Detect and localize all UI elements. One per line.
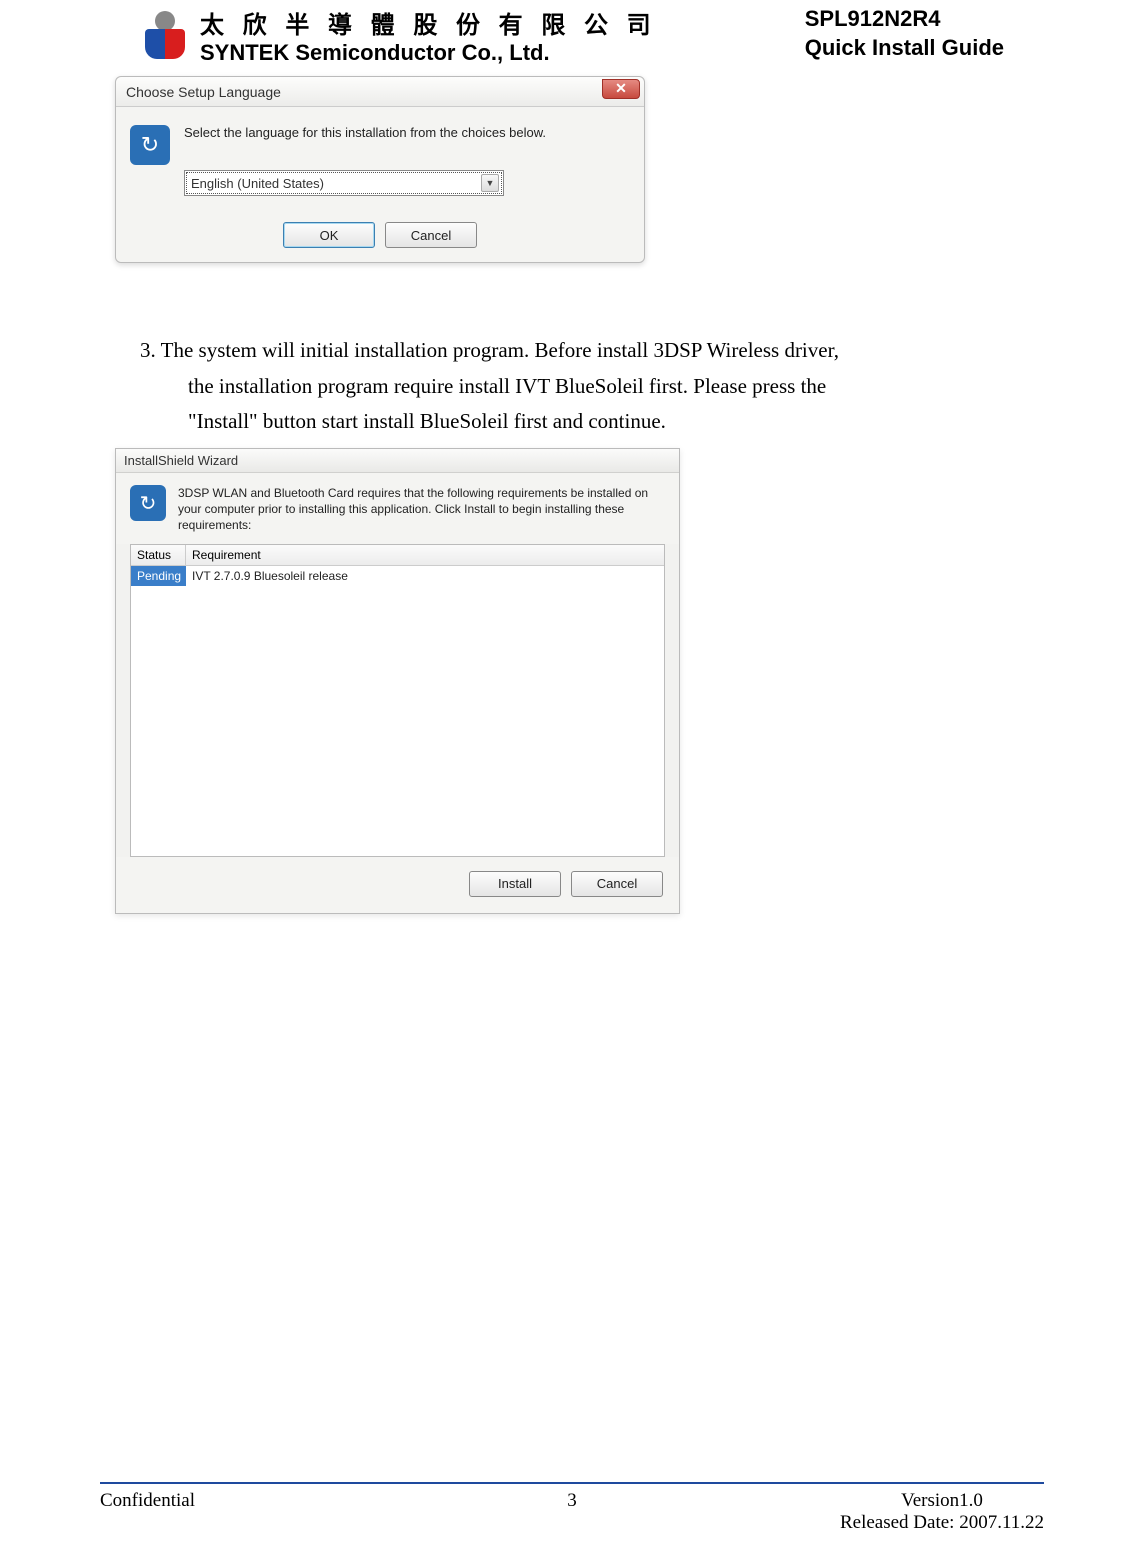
installer-icon: ↻ bbox=[130, 125, 170, 165]
installshield-dialog: InstallShield Wizard ↻ 3DSP WLAN and Blu… bbox=[115, 448, 680, 914]
version-label: Version1.0 bbox=[840, 1490, 1044, 1512]
table-row[interactable]: Pending IVT 2.7.0.9 Bluesoleil release bbox=[131, 566, 664, 586]
language-dialog-titlebar: Choose Setup Language ✕ bbox=[116, 77, 644, 107]
column-status: Status bbox=[131, 545, 186, 565]
install-button[interactable]: Install bbox=[469, 871, 561, 897]
document-footer: Confidential 3 Version1.0 Released Date:… bbox=[100, 1490, 1044, 1534]
language-dialog-title: Choose Setup Language bbox=[126, 84, 281, 100]
chevron-down-icon: ▼ bbox=[481, 174, 499, 192]
footer-divider bbox=[100, 1482, 1044, 1484]
confidential-label: Confidential bbox=[100, 1490, 195, 1512]
step-number: 3. bbox=[140, 338, 156, 362]
product-code: SPL912N2R4 bbox=[805, 5, 1004, 34]
installshield-titlebar: InstallShield Wizard bbox=[116, 449, 679, 473]
document-header: 太 欣 半 導 體 股 份 有 限 公 司 SYNTEK Semiconduct… bbox=[0, 0, 1144, 66]
cancel-button[interactable]: Cancel bbox=[385, 222, 477, 248]
released-date: Released Date: 2007.11.22 bbox=[840, 1512, 1044, 1534]
status-cell: Pending bbox=[131, 566, 186, 586]
language-dialog: Choose Setup Language ✕ ↻ Select the lan… bbox=[115, 76, 645, 263]
company-logo-icon bbox=[140, 11, 190, 61]
requirements-table: Status Requirement Pending IVT 2.7.0.9 B… bbox=[130, 544, 665, 857]
cancel-button[interactable]: Cancel bbox=[571, 871, 663, 897]
installer-icon: ↻ bbox=[130, 485, 166, 521]
doc-title-block: SPL912N2R4 Quick Install Guide bbox=[805, 5, 1004, 62]
doc-type: Quick Install Guide bbox=[805, 34, 1004, 63]
table-empty-area bbox=[131, 586, 664, 856]
installshield-title: InstallShield Wizard bbox=[124, 453, 238, 468]
page-number: 3 bbox=[567, 1490, 577, 1512]
close-icon: ✕ bbox=[615, 80, 627, 97]
ok-button[interactable]: OK bbox=[283, 222, 375, 248]
language-dropdown[interactable]: English (United States) ▼ bbox=[184, 170, 504, 196]
requirement-cell: IVT 2.7.0.9 Bluesoleil release bbox=[186, 566, 664, 586]
language-instruction: Select the language for this installatio… bbox=[184, 125, 626, 140]
table-header-row: Status Requirement bbox=[131, 545, 664, 566]
column-requirement: Requirement bbox=[186, 545, 664, 565]
language-selected: English (United States) bbox=[191, 176, 324, 191]
installshield-instruction: 3DSP WLAN and Bluetooth Card requires th… bbox=[178, 485, 665, 534]
company-block: 太 欣 半 導 體 股 份 有 限 公 司 SYNTEK Semiconduct… bbox=[140, 5, 657, 66]
company-name-english: SYNTEK Semiconductor Co., Ltd. bbox=[200, 40, 657, 66]
step-3-text: 3. The system will initial installation … bbox=[160, 333, 1004, 440]
close-button[interactable]: ✕ bbox=[602, 79, 640, 99]
company-name-chinese: 太 欣 半 導 體 股 份 有 限 公 司 bbox=[200, 5, 657, 40]
